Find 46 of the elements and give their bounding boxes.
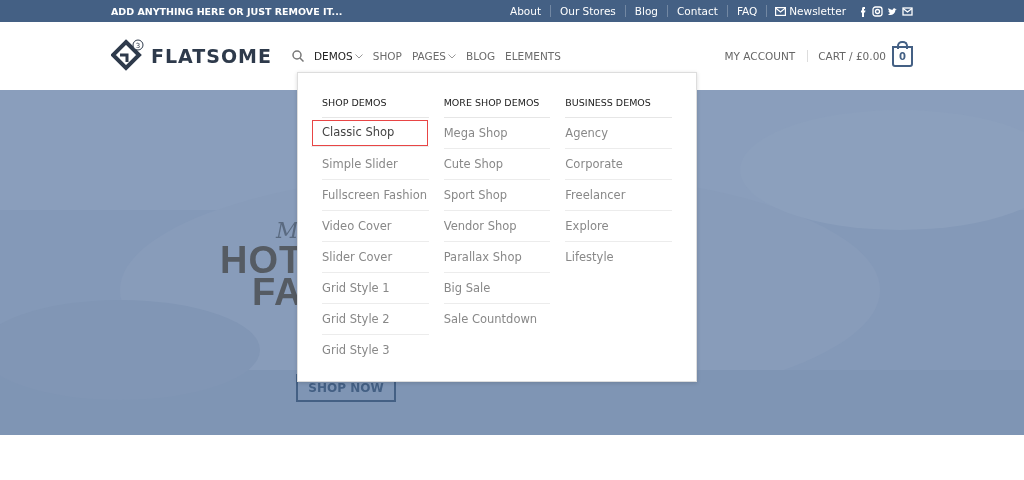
logo-text[interactable]: FLATSOME	[151, 45, 272, 67]
instagram-icon[interactable]	[872, 5, 883, 17]
menu-item[interactable]: Corporate	[565, 149, 672, 180]
nav-menu-item[interactable]: PAGES	[411, 50, 456, 62]
menu-item[interactable]: Grid Style 2	[322, 304, 429, 335]
menu-item[interactable]: Mega Shop	[443, 118, 551, 149]
envelope-icon[interactable]	[902, 5, 913, 17]
nav-menu-item[interactable]: DEMOS	[314, 50, 363, 62]
menu-item[interactable]: Slider Cover	[322, 242, 429, 273]
menu-item[interactable]: Cute Shop	[443, 149, 551, 180]
menu-item[interactable]: Explore	[565, 211, 672, 242]
menu-item[interactable]: Vendor Shop	[443, 211, 551, 242]
top-bar-link[interactable]: Contact	[667, 5, 727, 17]
hero-headline: HOT	[220, 244, 304, 276]
menu-item[interactable]: Simple Slider	[322, 149, 429, 180]
top-bar-message: ADD ANYTHING HERE OR JUST REMOVE IT...	[111, 5, 344, 17]
menu-item[interactable]: Grid Style 3	[322, 335, 429, 365]
nav-menu-item[interactable]: BLOG	[466, 50, 496, 62]
menu-item[interactable]: Video Cover	[322, 211, 429, 242]
cart-link[interactable]: CART / £0.00	[818, 50, 886, 62]
nav-menu-item[interactable]: SHOP	[372, 50, 402, 62]
top-bar-link[interactable]: About	[500, 5, 550, 17]
menu-item[interactable]: Sale Countdown	[443, 304, 551, 334]
top-bar-link[interactable]: FAQ	[726, 5, 767, 17]
menu-column-heading: SHOP DEMOS	[322, 89, 429, 118]
menu-item[interactable]: Parallax Shop	[443, 242, 551, 273]
menu-item[interactable]: Grid Style 1	[322, 273, 429, 304]
hero-script-text: M	[276, 218, 299, 244]
newsletter-link[interactable]: Newsletter	[766, 5, 855, 17]
nav-menu-item[interactable]: ELEMENTS	[505, 50, 561, 62]
menu-column-heading: MORE SHOP DEMOS	[443, 89, 551, 118]
menu-item[interactable]: Fullscreen Fashion	[322, 180, 429, 211]
menu-item[interactable]: Agency	[565, 118, 672, 149]
top-bar-link[interactable]: Our Stores	[550, 5, 625, 17]
account-link[interactable]: MY ACCOUNT	[724, 50, 809, 62]
menu-item[interactable]: Classic Shop	[311, 119, 429, 147]
menu-item[interactable]: Big Sale	[443, 273, 551, 304]
twitter-icon[interactable]	[887, 5, 898, 17]
menu-item[interactable]: Sport Shop	[443, 180, 551, 211]
envelope-icon	[775, 6, 787, 16]
top-bar-link[interactable]: Blog	[624, 5, 668, 17]
menu-item[interactable]: Freelancer	[565, 180, 672, 211]
menu-column-heading: BUSINESS DEMOS	[565, 89, 672, 118]
hero-headline: FA	[252, 276, 303, 308]
menu-item[interactable]: Lifestyle	[565, 242, 672, 272]
search-icon[interactable]	[292, 50, 304, 62]
